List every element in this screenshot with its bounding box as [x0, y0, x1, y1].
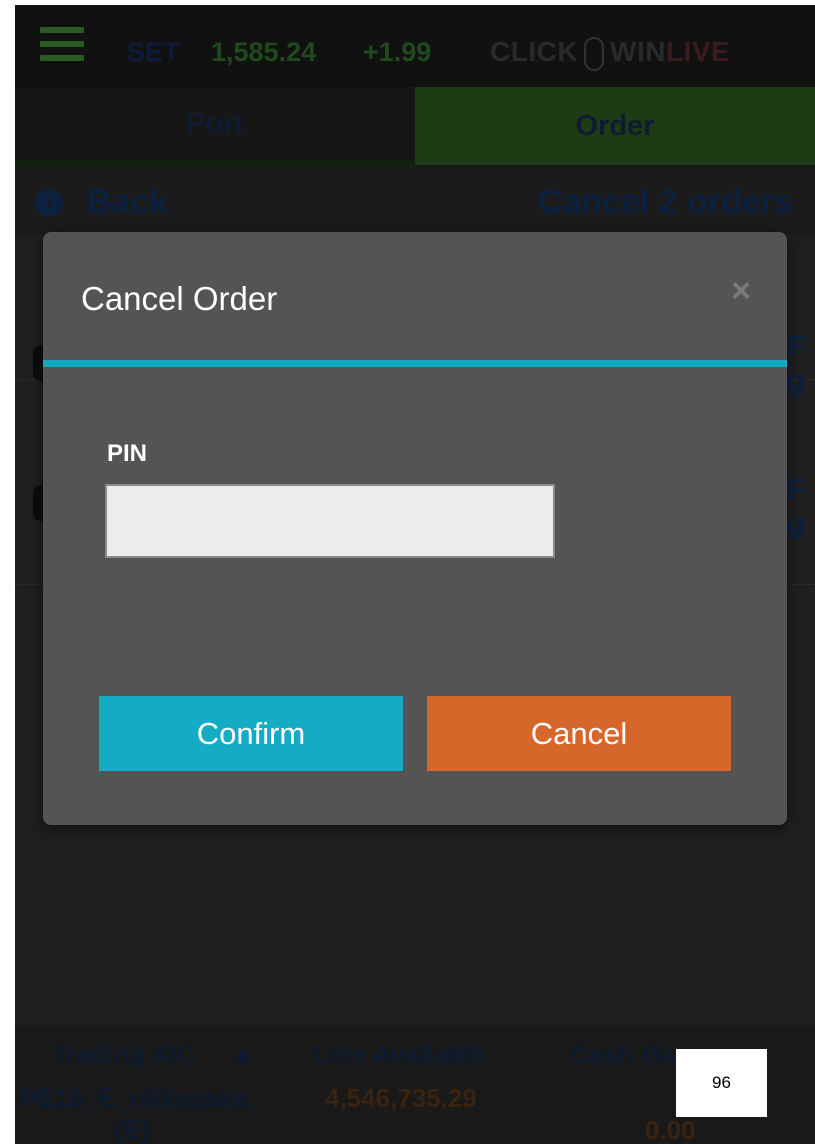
row-side-text: Fg	[786, 473, 805, 540]
line-available-value: 4,546,735.29	[325, 1083, 477, 1113]
line-available-label: Line Available	[313, 1039, 486, 1069]
page-number: 96	[676, 1049, 767, 1117]
menu-icon[interactable]	[40, 27, 84, 63]
account-suffix: (E)	[115, 1115, 150, 1144]
tab-port[interactable]: Port	[15, 87, 415, 165]
back-icon[interactable]: ‹	[35, 189, 63, 217]
back-button[interactable]: Back	[87, 183, 168, 222]
index-name: SET	[127, 37, 180, 67]
tab-order[interactable]: Order	[415, 87, 815, 165]
account-name: PE16_E_rikkuzaka	[20, 1083, 249, 1113]
index-change: +1.99	[363, 37, 432, 67]
index-value: 1,585.24	[211, 37, 317, 67]
tab-bar: Port Order	[15, 87, 815, 165]
pin-input[interactable]	[105, 484, 555, 558]
close-icon[interactable]: ×	[731, 272, 751, 311]
dialog-divider	[43, 360, 787, 367]
dialog-title: Cancel Order	[81, 280, 278, 317]
brand-logo: CLICK WINLIVE	[490, 36, 730, 71]
cancel-orders-button[interactable]: Cancel 2 orders	[538, 183, 793, 222]
trading-account-label[interactable]: Trading A/C	[51, 1039, 196, 1070]
cancel-order-dialog: Cancel Order × PIN Confirm Cancel	[43, 232, 787, 825]
pin-label: PIN	[107, 440, 148, 467]
chevron-up-icon[interactable]: ▲	[230, 1039, 256, 1070]
confirm-button[interactable]: Confirm	[99, 696, 403, 771]
top-bar: SET 1,585.24 +1.99 CLICK WINLIVE	[15, 5, 815, 87]
dialog-header: Cancel Order ×	[43, 232, 787, 360]
cash-balance-value: 0.00	[645, 1115, 696, 1144]
row-side-text: Fg	[786, 330, 805, 397]
microphone-icon	[584, 36, 605, 71]
cancel-button[interactable]: Cancel	[427, 696, 731, 771]
